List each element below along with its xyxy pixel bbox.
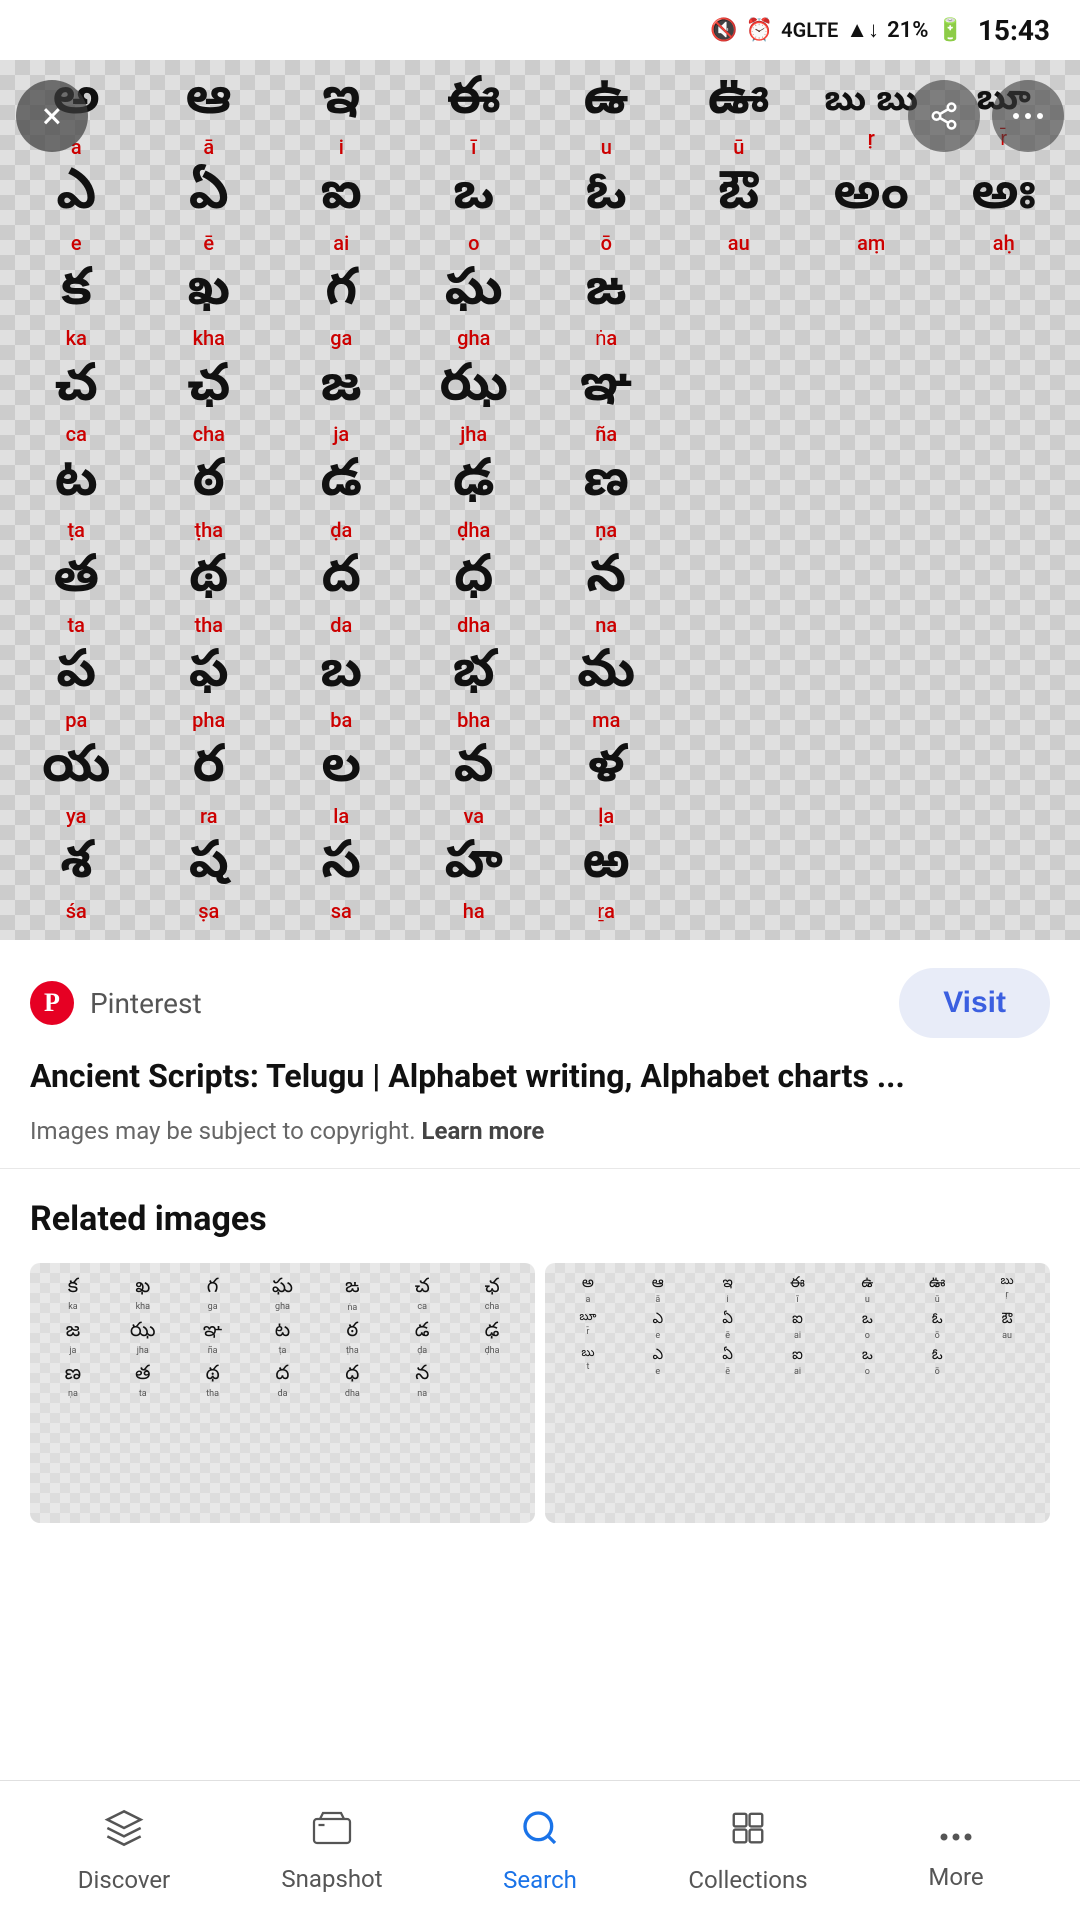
- telugu-cell-u: ఉ u: [540, 70, 673, 165]
- snapshot-icon: [311, 1809, 353, 1857]
- nav-more[interactable]: More: [876, 1811, 1036, 1891]
- copyright-text: Images may be subject to copyright. Lear…: [30, 1115, 1050, 1149]
- related-section: Related images కka ఖkha గga ఘgha ఙṅa చca…: [0, 1169, 1080, 1543]
- search-icon: [520, 1808, 560, 1858]
- nav-snapshot[interactable]: Snapshot: [252, 1809, 412, 1893]
- signal-icon: ▲↓: [846, 17, 879, 43]
- collections-label: Collections: [688, 1866, 807, 1894]
- related-images-grid: కka ఖkha గga ఘgha ఙṅa చca ఛcha జja ఝjha …: [30, 1263, 1050, 1523]
- discover-label: Discover: [78, 1866, 170, 1894]
- nav-discover[interactable]: Discover: [44, 1808, 204, 1894]
- collections-icon: [729, 1808, 767, 1858]
- info-section: P Pinterest Visit Ancient Scripts: Telug…: [0, 940, 1080, 1169]
- source-info: P Pinterest: [30, 981, 202, 1025]
- visit-button[interactable]: Visit: [899, 968, 1050, 1038]
- source-name: Pinterest: [90, 987, 202, 1020]
- pinterest-logo: P: [30, 981, 74, 1025]
- status-icons: 🔇 ⏰ 4GLTE ▲↓ 21% 🔋: [710, 17, 964, 43]
- close-button[interactable]: ×: [16, 80, 88, 152]
- related-image-2[interactable]: అa ఆā ఇi ఈī ఉu ఊū బుṛ బూr̄ ఎe ఏē ఐai ఒo …: [545, 1263, 1050, 1523]
- discover-icon: [104, 1808, 144, 1858]
- bottom-navigation: Discover Snapshot Search: [0, 1780, 1080, 1920]
- network-icon: 4GLTE: [781, 18, 838, 42]
- telugu-alphabet-chart: అ a ఆ ā ఇ i ఈ ī ఉ u ఊ ū బు బు ṛ బూ r̄: [0, 60, 1080, 940]
- image-overlay-buttons: [908, 80, 1064, 152]
- main-image: అ a ఆ ā ఇ i ఈ ī ఉ u ఊ ū బు బు ṛ బూ r̄: [0, 60, 1080, 940]
- related-title: Related images: [30, 1199, 1050, 1239]
- telugu-cell-i: ఇ i: [275, 70, 408, 165]
- more-options-button[interactable]: [992, 80, 1064, 152]
- status-bar: 🔇 ⏰ 4GLTE ▲↓ 21% 🔋 15:43: [0, 0, 1080, 60]
- snapshot-label: Snapshot: [281, 1865, 382, 1893]
- nav-search[interactable]: Search: [460, 1808, 620, 1894]
- learn-more-link[interactable]: Learn more: [422, 1117, 545, 1145]
- image-title: Ancient Scripts: Telugu | Alphabet writi…: [30, 1054, 1050, 1099]
- more-label: More: [928, 1863, 983, 1891]
- telugu-cell-uu: ఊ ū: [673, 70, 806, 165]
- more-icon: [936, 1811, 976, 1855]
- search-label: Search: [503, 1866, 577, 1894]
- mute-icon: 🔇: [710, 18, 737, 43]
- nav-collections[interactable]: Collections: [668, 1808, 828, 1894]
- telugu-cell-ii: ఈ ī: [408, 70, 541, 165]
- telugu-cell-aa: ఆ ā: [143, 70, 276, 165]
- alarm-icon: ⏰: [746, 18, 773, 43]
- status-time: 15:43: [978, 14, 1050, 47]
- related-image-1[interactable]: కka ఖkha గga ఘgha ఙṅa చca ఛcha జja ఝjha …: [30, 1263, 535, 1523]
- battery-icon: 🔋: [936, 18, 963, 43]
- source-row: P Pinterest Visit: [30, 968, 1050, 1038]
- battery-level: 21%: [887, 18, 928, 43]
- share-button[interactable]: [908, 80, 980, 152]
